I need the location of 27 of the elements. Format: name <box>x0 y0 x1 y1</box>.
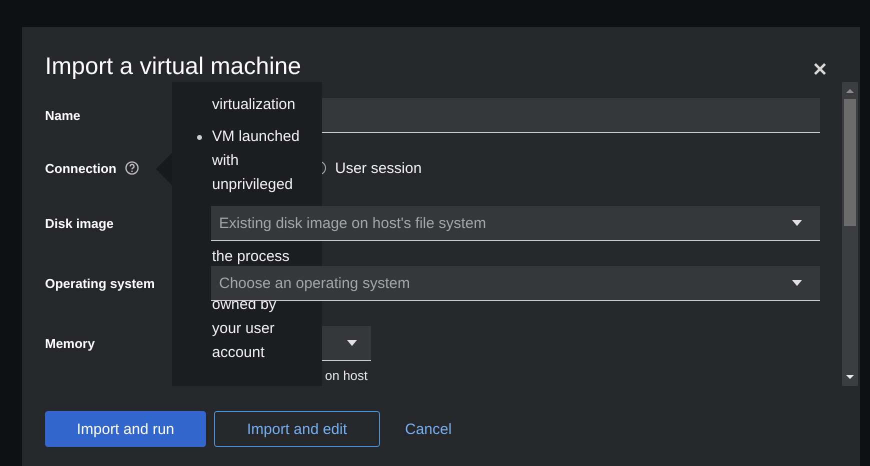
dialog-button[interactable]: Import and run <box>45 411 206 447</box>
popover-text: with <box>212 151 240 171</box>
field-label: Name <box>45 108 80 123</box>
popover-text: unprivileged <box>212 175 294 195</box>
select-field[interactable]: Choose an operating system <box>211 266 820 301</box>
help-icon[interactable] <box>124 161 138 175</box>
field-label: Connection <box>45 160 116 176</box>
radio-label[interactable]: User session <box>335 160 422 176</box>
popover-text: the process <box>212 247 291 267</box>
dialog-title: Import a virtual machine <box>45 52 302 80</box>
cancel-link[interactable]: Cancel <box>388 411 469 447</box>
select-field[interactable]: Existing disk image on host's file system <box>211 206 820 241</box>
field-label: Operating system <box>45 276 155 291</box>
caret-icon[interactable] <box>792 220 802 226</box>
bullet-icon <box>197 135 202 140</box>
close-icon[interactable] <box>814 62 826 74</box>
helper-text: on host <box>324 368 369 383</box>
dialog-button[interactable]: Import and edit <box>214 411 380 447</box>
popover-text: your user <box>212 319 276 339</box>
field-label: Memory <box>45 336 95 351</box>
popover-text: virtualization <box>212 95 296 115</box>
scrollbar[interactable] <box>842 82 858 386</box>
field-label: Disk image <box>45 216 114 231</box>
caret-icon[interactable] <box>347 340 357 346</box>
popover-text: account <box>212 343 266 363</box>
caret-icon[interactable] <box>792 280 802 286</box>
popover-text: VM launched <box>212 127 300 147</box>
